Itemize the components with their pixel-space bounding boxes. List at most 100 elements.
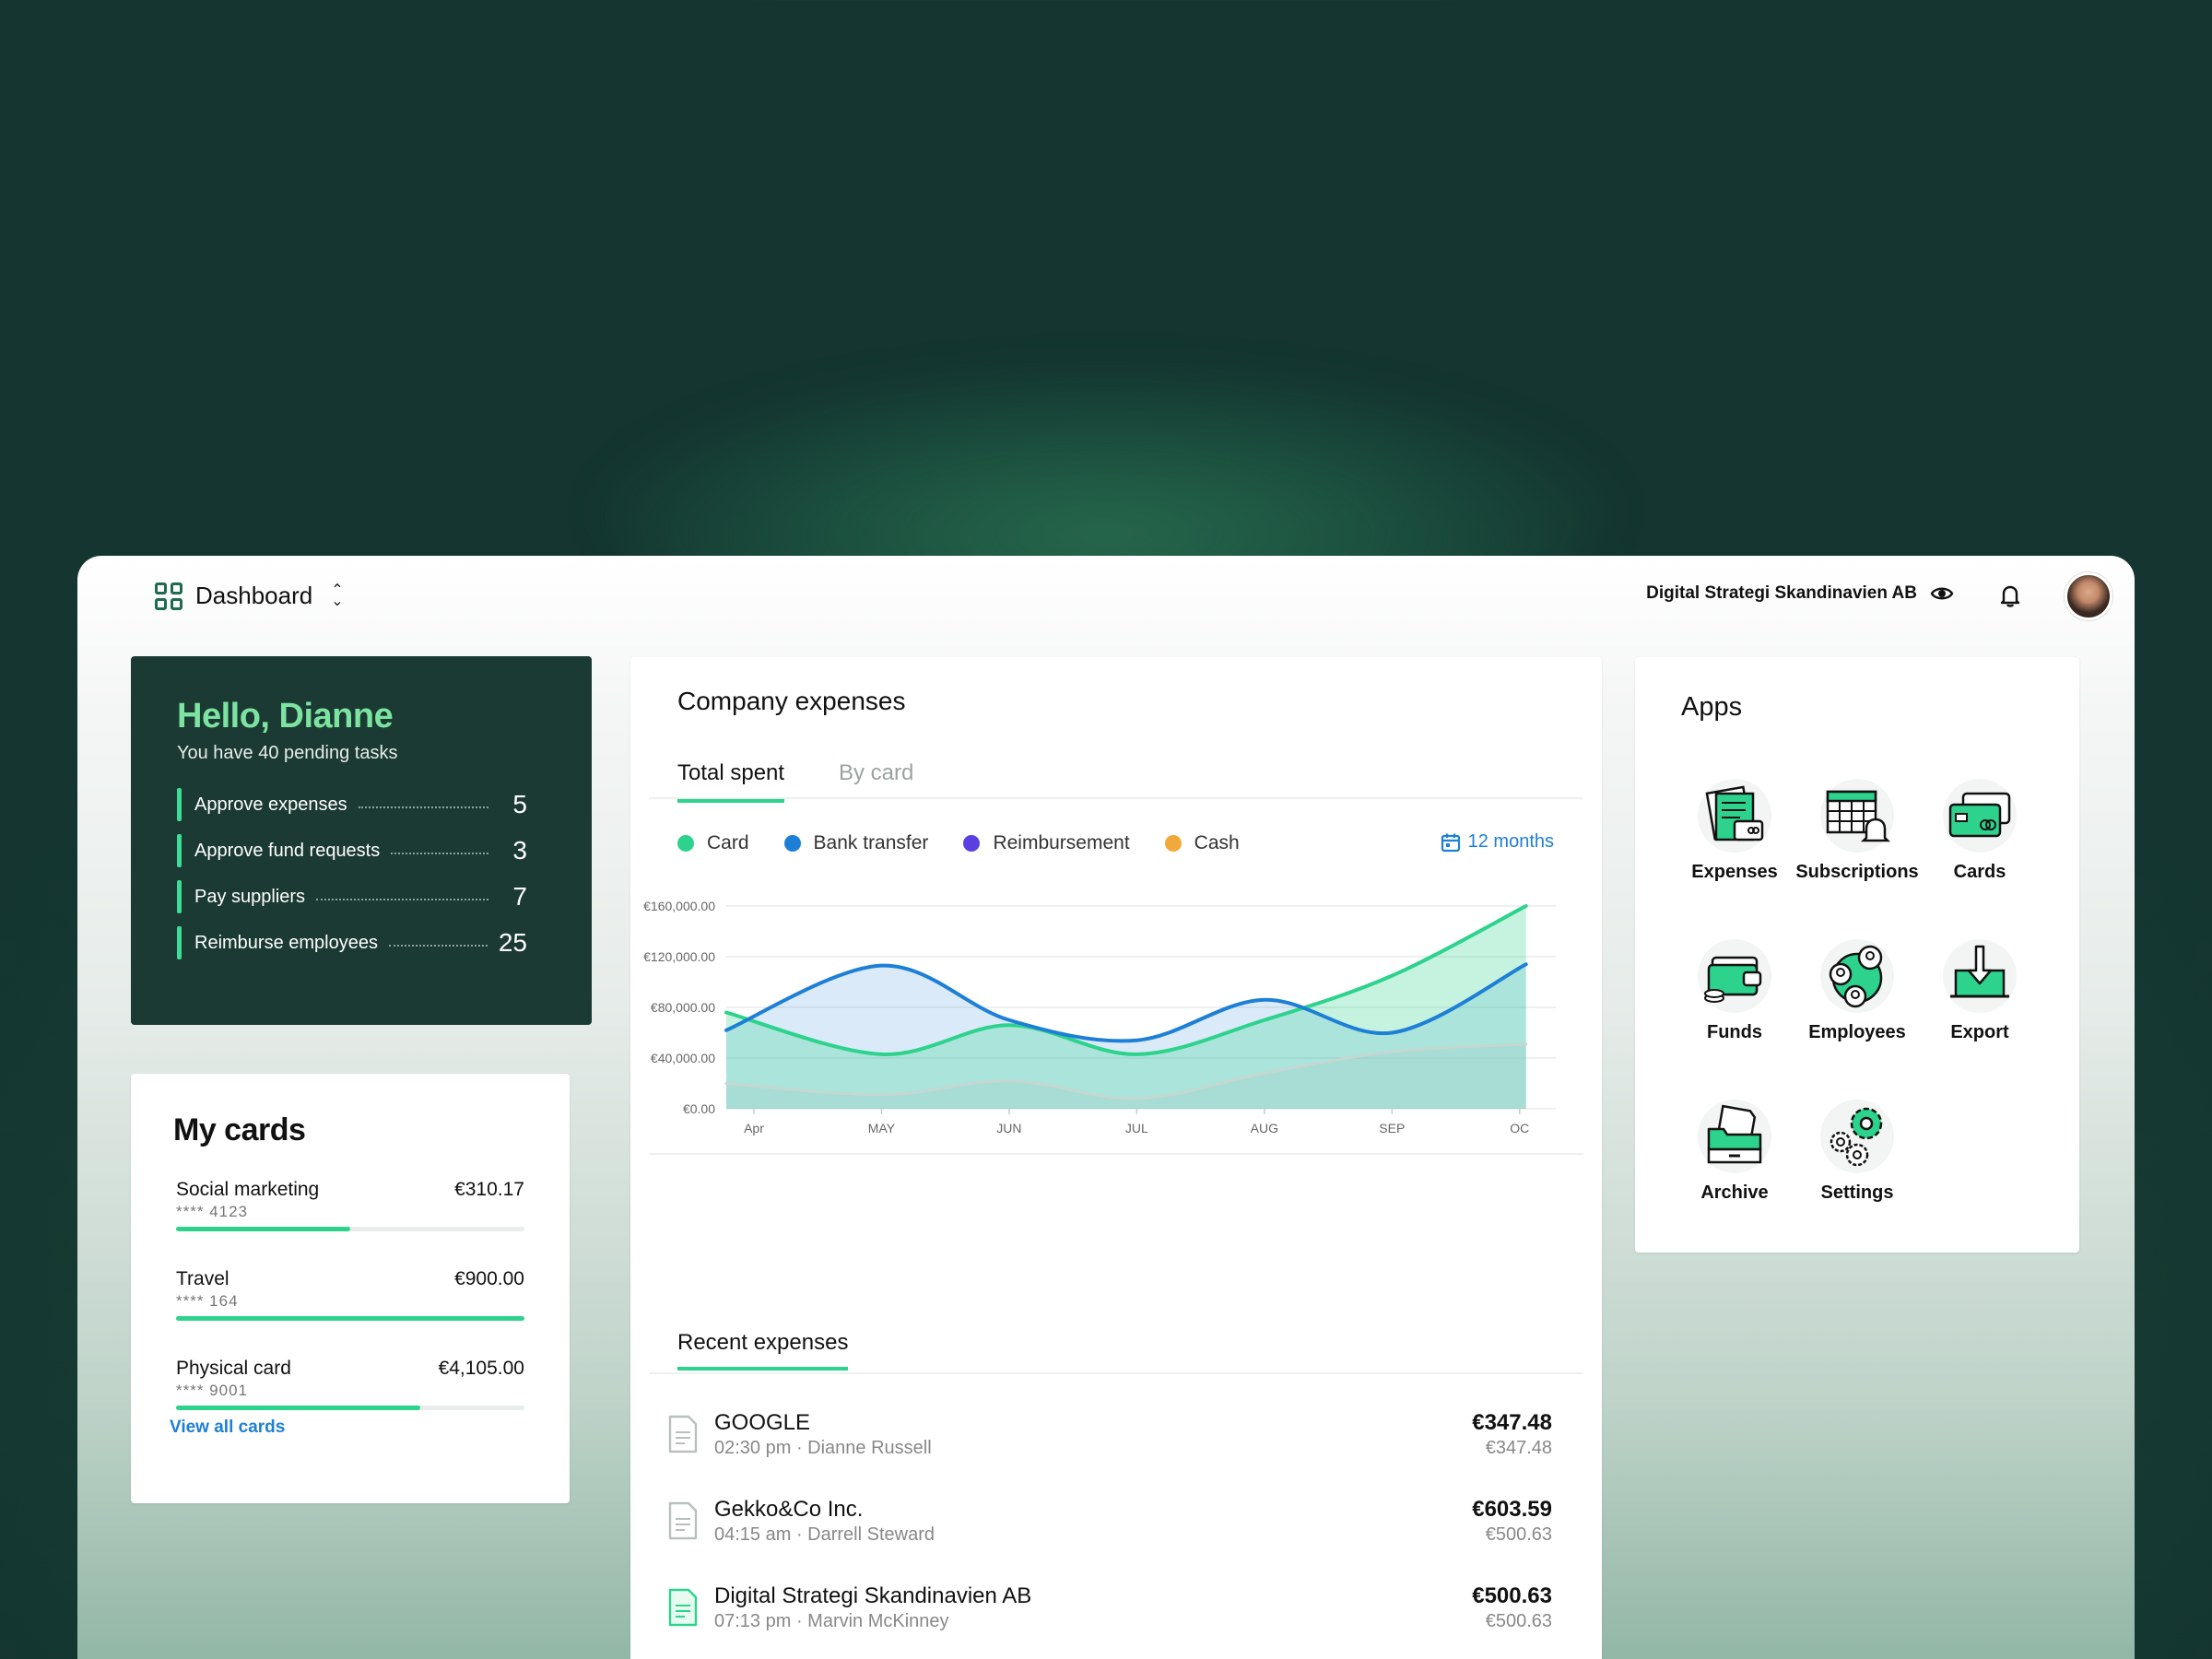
- app-export[interactable]: Export: [1915, 937, 2044, 1057]
- y-tick-label: €80,000.00: [651, 1000, 715, 1015]
- expense-amount: €500.63: [1472, 1583, 1552, 1608]
- expense-merchant: Digital Strategi Skandinavien AB: [714, 1583, 1032, 1608]
- app-label: Subscriptions: [1795, 862, 1919, 882]
- expense-meta: 04:15 am · Darrell Steward: [714, 1524, 935, 1545]
- card-row[interactable]: Travel €900.00 **** 164: [176, 1268, 524, 1321]
- app-label: Cards: [1953, 862, 2006, 882]
- expense-merchant: Gekko&Co Inc.: [714, 1497, 864, 1522]
- card-usage-bar: [176, 1227, 524, 1231]
- company-expenses-panel: Company expenses Total spent By card Car…: [630, 657, 1602, 1659]
- subscriptions-icon: [1820, 779, 1894, 853]
- app-funds[interactable]: Funds: [1670, 937, 1799, 1057]
- task-count: 3: [512, 836, 527, 865]
- app-label: Employees: [1808, 1022, 1906, 1042]
- task-approve-expenses[interactable]: Approve expenses 5: [177, 788, 527, 821]
- calendar-icon: [1441, 833, 1460, 852]
- task-label: Approve fund requests: [194, 840, 381, 861]
- expense-merchant: GOOGLE: [714, 1410, 811, 1435]
- recent-divider: [649, 1372, 1583, 1374]
- task-count: 25: [498, 928, 527, 957]
- legend-item[interactable]: Cash: [1164, 832, 1240, 854]
- expenses-tabs: Total spent By card: [649, 760, 1583, 803]
- task-approve-fund-requests[interactable]: Approve fund requests 3: [177, 834, 527, 867]
- task-label: Approve expenses: [194, 794, 347, 815]
- card-number: **** 4123: [176, 1203, 249, 1220]
- app-cards[interactable]: Cards: [1915, 777, 2044, 897]
- expense-converted-amount: €500.63: [1485, 1524, 1552, 1545]
- top-bar: Dashboard ⌃ ⌄ Digital Strategi Skandinavi…: [77, 556, 2135, 635]
- card-amount: €310.17: [454, 1179, 524, 1200]
- y-tick-label: €120,000.00: [643, 949, 715, 964]
- app-label: Export: [1950, 1022, 2009, 1042]
- expense-row[interactable]: Gekko&Co Inc. 04:15 am · Darrell Steward…: [667, 1497, 1552, 1561]
- task-reimburse-employees[interactable]: Reimburse employees 25: [177, 926, 527, 959]
- apps-title: Apps: [1681, 692, 1743, 722]
- export-icon: [1943, 939, 2017, 1013]
- expense-meta: 02:30 pm · Dianne Russell: [714, 1438, 932, 1458]
- card-usage-bar: [176, 1316, 524, 1321]
- app-employees[interactable]: Employees: [1793, 937, 1922, 1057]
- company-selector[interactable]: Digital Strategi Skandinavien AB: [1646, 583, 1954, 604]
- tab-by-card[interactable]: By card: [839, 760, 913, 799]
- settings-icon: [1820, 1100, 1894, 1173]
- expense-meta: 07:13 pm · Marvin McKinney: [714, 1611, 949, 1631]
- section-divider: [649, 1153, 1583, 1155]
- app-archive[interactable]: Archive: [1670, 1098, 1799, 1218]
- app-settings[interactable]: Settings: [1793, 1098, 1922, 1218]
- receipt-icon: [668, 1501, 698, 1540]
- card-number: **** 164: [176, 1292, 239, 1310]
- expense-converted-amount: €500.63: [1485, 1611, 1552, 1631]
- apps-panel: Apps Expenses Subscriptions Cards Funds …: [1635, 657, 2079, 1253]
- task-count: 7: [512, 882, 527, 911]
- expense-converted-amount: €347.48: [1485, 1438, 1552, 1458]
- task-label: Reimburse employees: [194, 932, 378, 953]
- avatar[interactable]: [2065, 572, 2112, 620]
- card-usage-bar: [176, 1406, 524, 1410]
- y-tick-label: €160,000.00: [643, 899, 715, 913]
- my-cards-panel: My cards Social marketing €310.17 **** 4…: [131, 1074, 570, 1503]
- view-all-cards-link[interactable]: View all cards: [170, 1418, 285, 1438]
- y-tick-label: €40,000.00: [651, 1051, 715, 1065]
- card-amount: €4,105.00: [438, 1358, 524, 1379]
- x-tick-label: SEP: [1379, 1121, 1405, 1135]
- x-tick-label: JUL: [1125, 1121, 1148, 1135]
- card-amount: €900.00: [454, 1268, 524, 1289]
- expense-row[interactable]: Digital Strategi Skandinavien AB 07:13 p…: [667, 1583, 1552, 1648]
- app-subscriptions[interactable]: Subscriptions: [1793, 777, 1922, 897]
- dashboard-switcher[interactable]: Dashboard ⌃ ⌄: [155, 582, 344, 610]
- my-cards-title: My cards: [173, 1112, 306, 1147]
- legend-item[interactable]: Reimbursement: [963, 832, 1130, 854]
- greeting-card: Hello, Dianne You have 40 pending tasks …: [131, 656, 592, 1025]
- x-tick-label: Apr: [744, 1121, 764, 1135]
- company-expenses-title: Company expenses: [677, 687, 906, 715]
- tab-recent-expenses[interactable]: Recent expenses: [677, 1330, 849, 1371]
- range-selector[interactable]: 12 months: [1441, 831, 1554, 853]
- eye-icon[interactable]: [1930, 584, 1954, 603]
- expenses-chart: €160,000.00 €120,000.00 €80,000.00 €40,000.…: [643, 899, 1556, 1135]
- funds-icon: [1698, 939, 1771, 1013]
- tab-total-spent[interactable]: Total spent: [677, 760, 785, 803]
- x-tick-label: MAY: [868, 1121, 896, 1135]
- employees-icon: [1820, 939, 1894, 1013]
- chart-legend: Card Bank transfer Reimbursement Cash: [677, 832, 1240, 854]
- chevron-updown-icon: ⌃ ⌄: [331, 582, 344, 609]
- x-tick-label: JUN: [996, 1121, 1021, 1135]
- grid-icon: [155, 582, 182, 610]
- company-name: Digital Strategi Skandinavien AB: [1646, 583, 1917, 603]
- expenses-icon: [1698, 779, 1771, 853]
- y-tick-label: €0.00: [683, 1101, 715, 1116]
- app-label: Archive: [1700, 1182, 1769, 1203]
- app-expenses[interactable]: Expenses: [1670, 777, 1799, 897]
- bell-icon[interactable]: [1996, 582, 2024, 609]
- greeting-title: Hello, Dianne: [177, 697, 394, 735]
- card-row[interactable]: Social marketing €310.17 **** 4123: [176, 1179, 524, 1231]
- expense-row[interactable]: GOOGLE 02:30 pm · Dianne Russell €347.48…: [667, 1410, 1552, 1475]
- legend-item[interactable]: Card: [677, 832, 749, 854]
- app-label: Settings: [1820, 1182, 1894, 1203]
- receipt-icon: [668, 1588, 698, 1627]
- app-label: Expenses: [1691, 862, 1778, 882]
- task-pay-suppliers[interactable]: Pay suppliers 7: [177, 880, 527, 913]
- legend-item[interactable]: Bank transfer: [783, 832, 928, 854]
- card-row[interactable]: Physical card €4,105.00 **** 9001: [176, 1358, 524, 1410]
- task-label: Pay suppliers: [194, 886, 306, 907]
